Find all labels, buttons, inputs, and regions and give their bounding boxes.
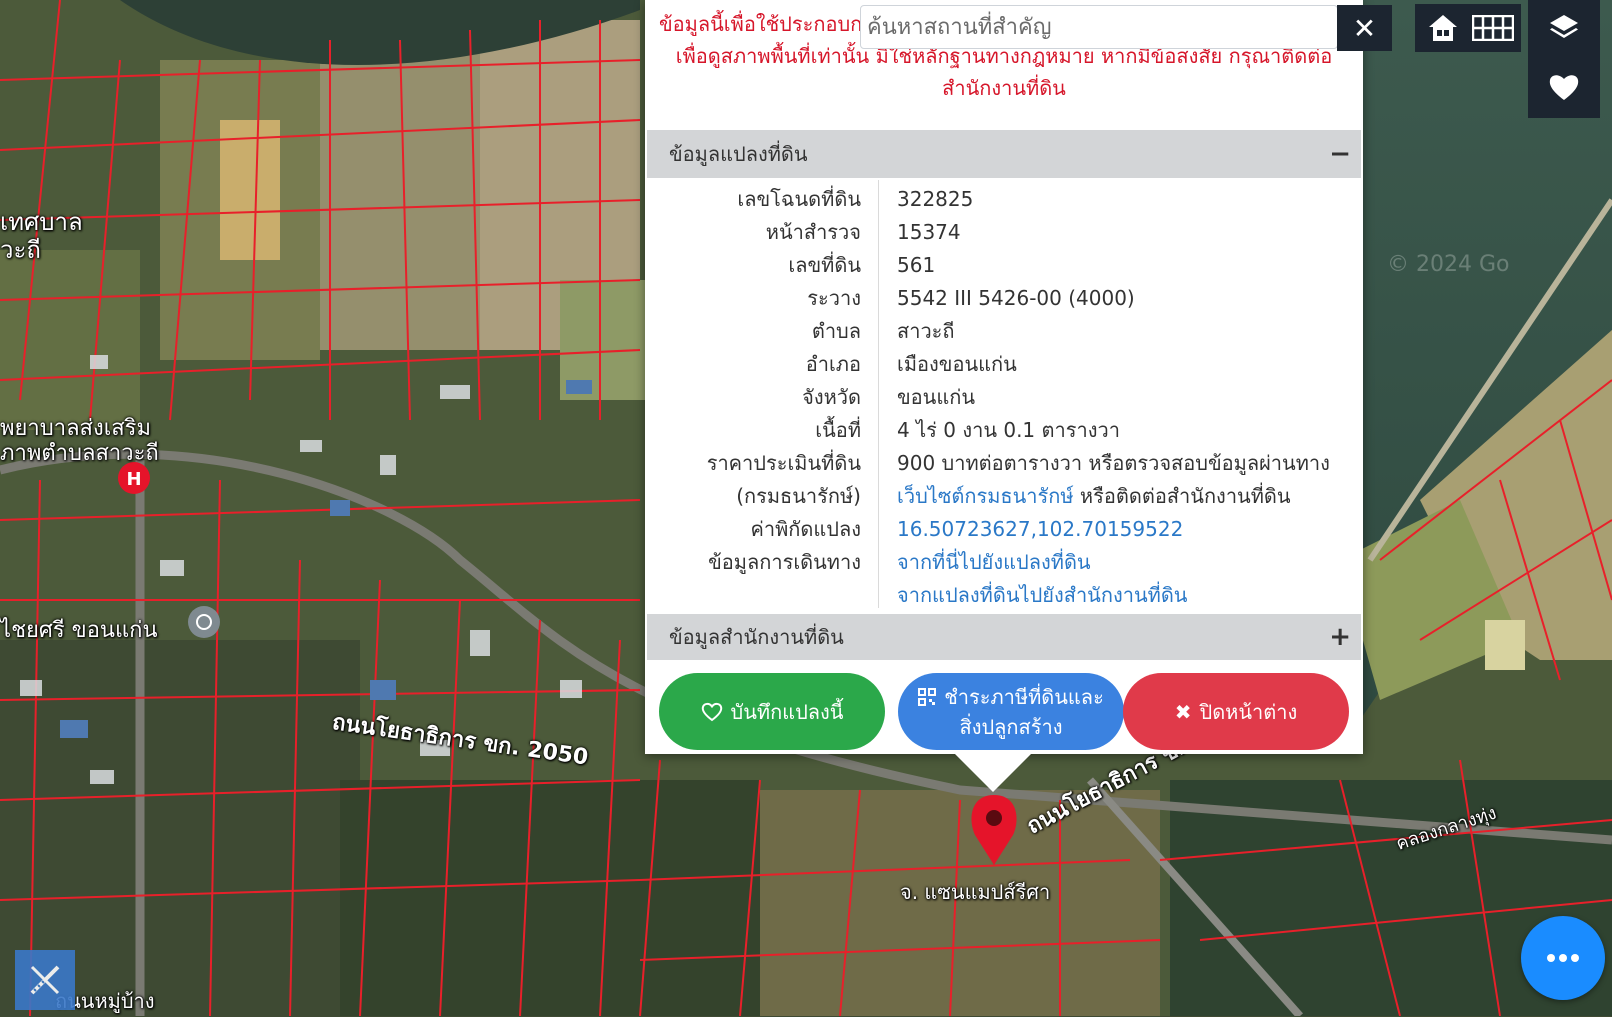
heart-icon [1549,75,1579,100]
office-section-title: ข้อมูลสำนักงานที่ดิน [669,625,844,649]
info-row-subdistrict: ตำบล สาวะถี [645,315,1363,348]
grid-icon [1472,15,1514,41]
info-label: (กรมธนารักษ์) [736,484,861,508]
coordinates-link[interactable]: 16.50723627,102.70159522 [897,513,1183,546]
info-value: เมืองขอนแก่น [897,352,1017,376]
heart-outline-icon [701,702,722,721]
info-label: ตำบล [811,319,861,343]
info-row-district: อำเภอ เมืองขอนแก่น [645,348,1363,381]
expand-icon: + [1329,622,1351,652]
layers-icon [1550,15,1578,38]
pin-caption: จ. แซนแมปส์รีศา [900,880,1051,904]
info-label: ระวาง [807,286,861,310]
close-window-label: ปิดหน้าต่าง [1199,699,1298,724]
measure-tool-button[interactable] [15,950,75,1010]
info-label: เลขโฉนดที่ดิน [737,187,861,211]
directions-to-office-link[interactable]: จากแปลงที่ดินไปยังสำนักงานที่ดิน [897,579,1187,612]
info-value: 561 [897,253,936,277]
info-value: 5542 III 5426-00 (4000) [897,286,1135,310]
info-label: จังหวัด [802,385,861,409]
info-label: หน้าสำรวจ [765,220,861,244]
info-row-map-sheet: ระวาง 5542 III 5426-00 (4000) [645,282,1363,315]
map-copyright: © 2024 Go [1387,252,1510,277]
info-label: ข้อมูลการเดินทาง [708,550,861,574]
info-value: ขอนแก่น [897,385,976,409]
info-row-travel: ข้อมูลการเดินทาง จากที่นี่ไปยังแปลงที่ดิ… [645,546,1363,579]
svg-text:H: H [126,469,141,490]
home-icon [1429,15,1457,41]
info-label: ค่าพิกัดแปลง [750,517,862,541]
temple-marker-icon [188,606,220,638]
pay-tax-label-2: สิ่งปลูกสร้าง [959,714,1063,739]
ellipsis-icon [1547,954,1579,962]
info-row-deed-no: เลขโฉนดที่ดิน 322825 [645,183,1363,216]
more-options-button[interactable] [1521,916,1605,1000]
info-value: 900 บาทต่อตารางวา หรือตรวจสอบข้อมูลผ่านท… [897,451,1330,475]
layers-button[interactable] [1528,0,1600,56]
info-row-price-2: (กรมธนารักษ์) เว็บไซต์กรมธนารักษ์ หรือติ… [645,480,1363,513]
info-row-travel-2: จากแปลงที่ดินไปยังสำนักงานที่ดิน [645,579,1363,612]
info-value: 322825 [897,187,974,211]
info-label: อำเภอ [805,352,861,376]
parcel-section-title: ข้อมูลแปลงที่ดิน [669,142,808,166]
search-clear-button[interactable]: ✕ [1337,5,1392,51]
info-label: เนื้อที่ [815,418,861,442]
info-value: 4 ไร่ 0 งาน 0.1 ตารางวา [897,418,1120,442]
info-row-coordinates: ค่าพิกัดแปลง 16.50723627,102.70159522 [645,513,1363,546]
info-row-land-no: เลขที่ดิน 561 [645,249,1363,282]
close-x-icon: ✖ [1174,699,1192,724]
map-label-hospital-2: ภาพตำบลสาวะถี [0,441,159,466]
pay-tax-label-1: ชำระภาษีที่ดินและ [944,684,1104,709]
info-row-area: เนื้อที่ 4 ไร่ 0 งาน 0.1 ตารางวา [645,414,1363,447]
map-label-sawathi: วะถี [0,236,41,264]
directions-to-parcel-link[interactable]: จากที่นี่ไปยังแปลงที่ดิน [897,546,1091,579]
close-window-button[interactable]: ✖ ปิดหน้าต่าง [1123,673,1349,750]
close-icon: ✕ [1352,11,1377,45]
info-row-survey-page: หน้าสำรวจ 15374 [645,216,1363,249]
parcel-info-popup: ข้อมูลนี้เพื่อใช้ประกอบการ เพื่อดูสภาพพื… [645,0,1392,754]
info-value: 15374 [897,220,961,244]
search-input[interactable] [860,5,1338,49]
office-section-header[interactable]: ข้อมูลสำนักงานที่ดิน + [647,614,1361,660]
save-parcel-button[interactable]: บันทึกแปลงนี้ [659,673,885,750]
info-row-province: จังหวัด ขอนแก่น [645,381,1363,414]
info-value: เว็บไซต์กรมธนารักษ์ หรือติดต่อสำนักงานที… [897,480,1291,513]
save-parcel-label: บันทึกแปลงนี้ [730,699,844,724]
disclaimer-line-3: สำนักงานที่ดิน [942,76,1066,100]
info-label: เลขที่ดิน [788,253,861,277]
qr-code-icon [918,687,937,706]
info-value: สาวะถี [897,319,955,343]
home-button[interactable] [1415,4,1471,52]
price-contact-text: หรือติดต่อสำนักงานที่ดิน [1073,484,1291,508]
map-label-temple: ไชยศรี ขอนแก่น [0,618,158,643]
info-row-price: ราคาประเมินที่ดิน 900 บาทต่อตารางวา หรือ… [645,447,1363,480]
parcel-section-header[interactable]: ข้อมูลแปลงที่ดิน − [647,130,1361,178]
grid-button[interactable] [1465,4,1521,52]
collapse-icon: − [1329,139,1351,169]
treasury-website-link[interactable]: เว็บไซต์กรมธนารักษ์ [897,484,1074,508]
popup-pointer [955,754,1031,792]
pay-tax-button[interactable]: ชำระภาษีที่ดินและ สิ่งปลูกสร้าง [898,673,1124,750]
info-label: ราคาประเมินที่ดิน [706,451,861,475]
ruler-pencil-icon [30,965,60,995]
favorites-button[interactable] [1528,56,1600,118]
